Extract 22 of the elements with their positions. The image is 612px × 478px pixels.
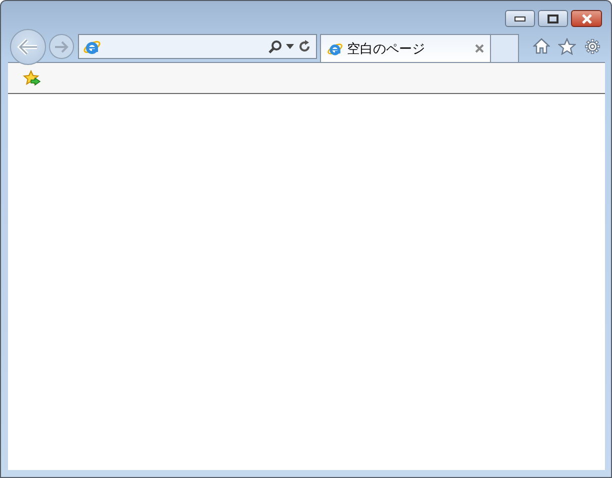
home-icon[interactable] — [533, 38, 550, 54]
close-icon — [580, 14, 592, 24]
back-button[interactable] — [10, 29, 46, 65]
maximize-button[interactable] — [538, 10, 568, 27]
forward-arrow-icon — [54, 40, 70, 54]
minimize-icon — [514, 16, 526, 22]
close-button[interactable] — [571, 10, 602, 27]
minimize-button[interactable] — [505, 10, 535, 27]
address-field[interactable] — [78, 34, 317, 59]
close-tab-icon[interactable] — [475, 44, 484, 53]
star-arrow-icon[interactable] — [23, 70, 41, 86]
tab-title: 空白のページ — [347, 40, 426, 58]
maximize-icon — [547, 14, 559, 24]
dropdown-caret-icon[interactable] — [286, 44, 294, 49]
tab[interactable]: 空白のページ — [320, 34, 491, 62]
refresh-icon[interactable] — [298, 40, 311, 53]
new-tab-button[interactable] — [491, 34, 519, 62]
browser-logo-icon — [327, 40, 343, 56]
search-icon[interactable] — [268, 40, 282, 54]
back-arrow-icon — [17, 38, 39, 56]
star-icon[interactable] — [558, 38, 576, 54]
settings-icon[interactable] — [584, 38, 601, 54]
